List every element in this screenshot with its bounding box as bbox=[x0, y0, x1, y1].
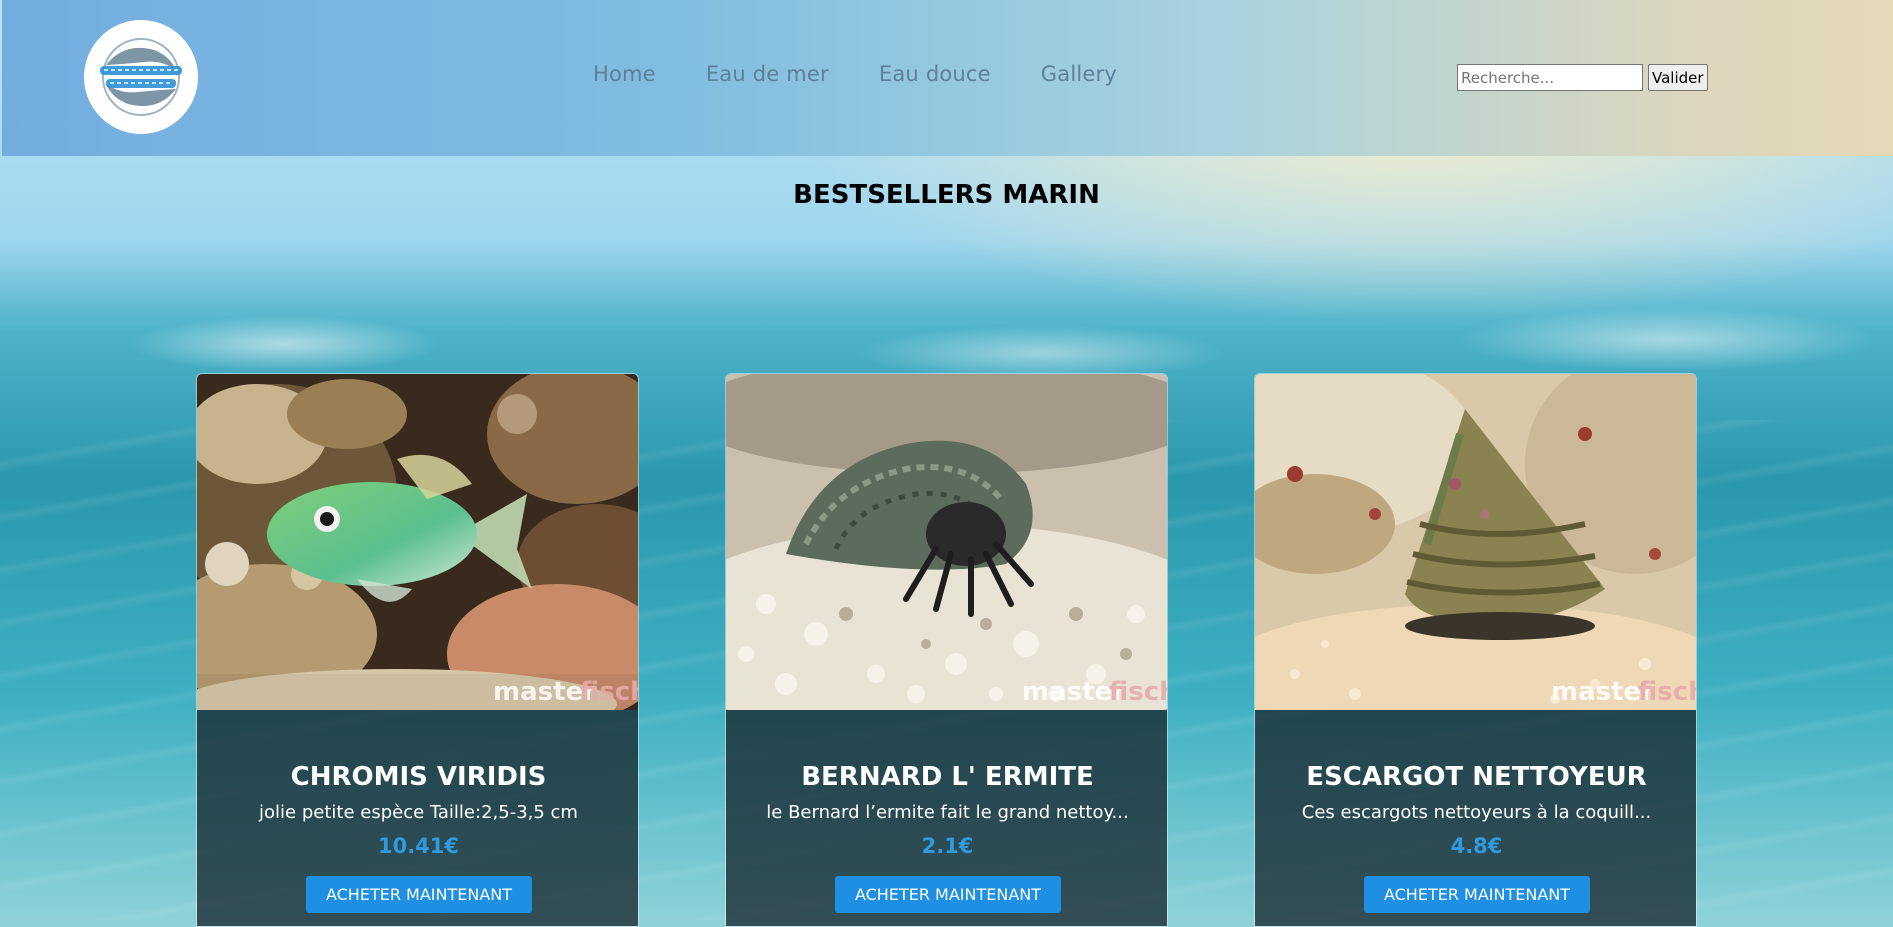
snail-photo: master fisch bbox=[1255, 374, 1697, 710]
buy-now-button[interactable]: ACHETER MAINTENANT bbox=[1364, 876, 1590, 913]
site-header: Home Eau de mer Eau douce Gallery Valide… bbox=[2, 0, 1893, 156]
product-price: 4.8€ bbox=[1450, 834, 1503, 858]
background-wave bbox=[0, 290, 1893, 380]
product-image-bernard[interactable]: master fisch bbox=[726, 374, 1168, 710]
product-name: CHROMIS VIRIDIS bbox=[290, 762, 547, 792]
product-card-bernard: master fisch BERNARD L' ERMITE le Bernar… bbox=[725, 373, 1168, 927]
product-price: 2.1€ bbox=[921, 834, 974, 858]
fish-photo: master fisch bbox=[197, 374, 639, 710]
product-description: le Bernard l’ermite fait le grand nettoy… bbox=[766, 802, 1129, 823]
search-input[interactable] bbox=[1457, 64, 1643, 91]
buy-now-button[interactable]: ACHETER MAINTENANT bbox=[306, 876, 532, 913]
product-card-escargot: master fisch ESCARGOT NETTOYEUR Ces esca… bbox=[1254, 373, 1697, 927]
product-description: jolie petite espèce Taille:2,5-3,5 cm bbox=[259, 802, 578, 823]
product-card-chromis: master fisch CHROMIS VIRIDIS jolie petit… bbox=[196, 373, 639, 927]
watermark-fisch: fisch bbox=[1638, 677, 1697, 707]
watermark-fisch: fisch bbox=[580, 677, 639, 707]
product-name: ESCARGOT NETTOYEUR bbox=[1306, 762, 1647, 792]
product-image-chromis[interactable]: master fisch bbox=[197, 374, 639, 710]
product-image-escargot[interactable]: master fisch bbox=[1255, 374, 1697, 710]
logo[interactable] bbox=[84, 20, 198, 134]
buy-now-button[interactable]: ACHETER MAINTENANT bbox=[835, 876, 1061, 913]
fish-logo-icon bbox=[100, 38, 182, 116]
search-submit-button[interactable]: Valider bbox=[1648, 64, 1708, 91]
nav-eau-douce[interactable]: Eau douce bbox=[879, 62, 991, 86]
main-nav: Home Eau de mer Eau douce Gallery bbox=[593, 62, 1117, 86]
product-price: 10.41€ bbox=[377, 834, 460, 858]
hermit-crab-photo: master fisch bbox=[726, 374, 1168, 710]
nav-home[interactable]: Home bbox=[593, 62, 656, 86]
nav-gallery[interactable]: Gallery bbox=[1041, 62, 1117, 86]
search-form: Valider bbox=[1457, 64, 1708, 91]
watermark-fisch: fisch bbox=[1109, 677, 1168, 707]
nav-eau-de-mer[interactable]: Eau de mer bbox=[706, 62, 829, 86]
section-title: BESTSELLERS MARIN bbox=[793, 180, 1100, 210]
product-name: BERNARD L' ERMITE bbox=[801, 762, 1094, 792]
product-description: Ces escargots nettoyeurs à la coquill... bbox=[1301, 802, 1652, 823]
